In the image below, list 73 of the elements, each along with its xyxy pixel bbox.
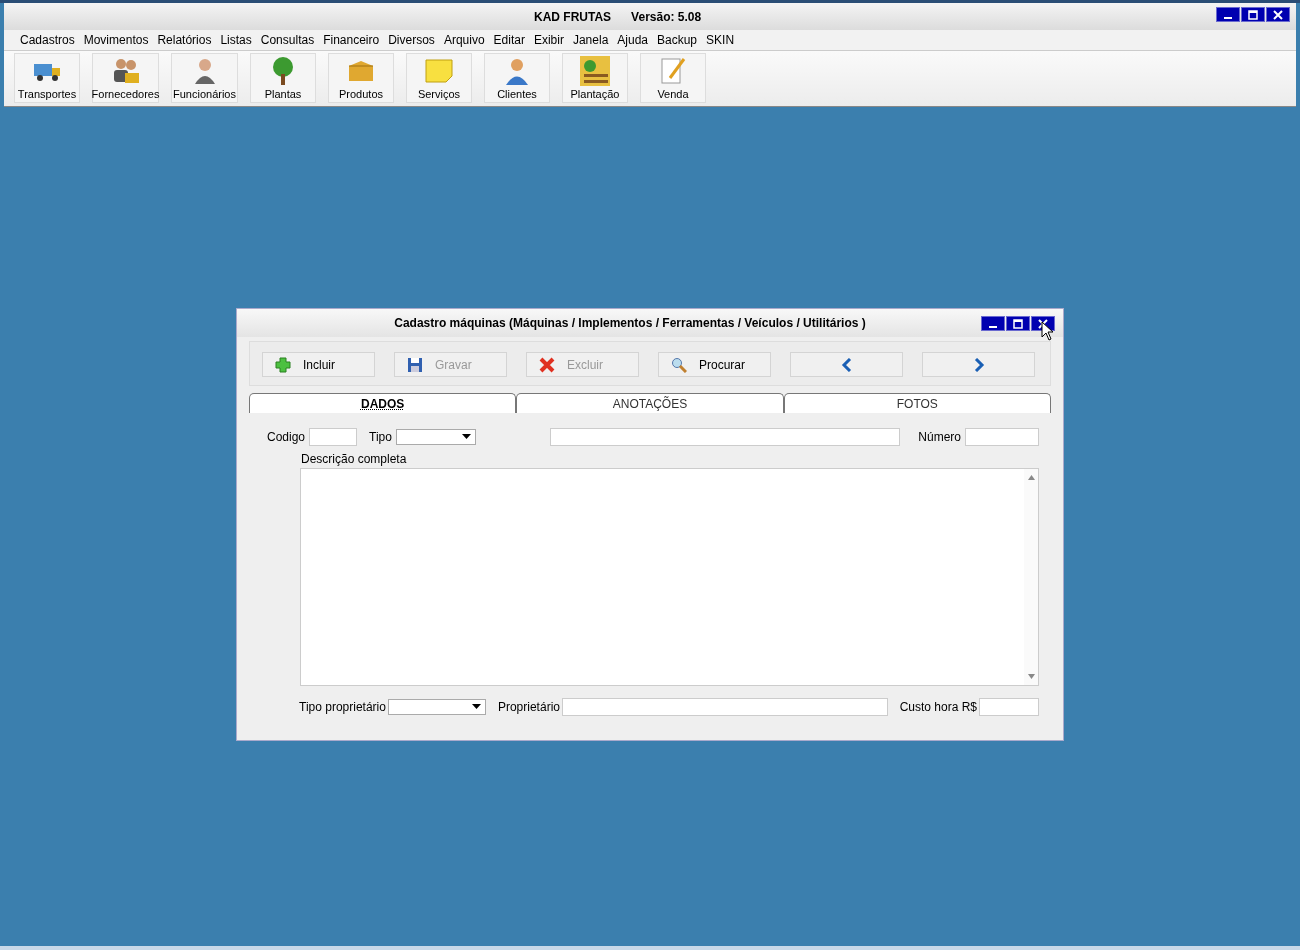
maximize-button[interactable] bbox=[1241, 7, 1265, 22]
menu-item[interactable]: Janela bbox=[572, 33, 609, 47]
menu-item[interactable]: Exibir bbox=[533, 33, 564, 47]
minimize-icon bbox=[989, 325, 997, 328]
dropdown[interactable] bbox=[387, 699, 486, 715]
toolbar-button[interactable]: Plantação bbox=[562, 53, 628, 103]
chevron-right-icon bbox=[972, 357, 985, 372]
dialog-title: Cadastro máquinas (Máquinas / Implementos / Ferramentas / Veículos / Utilitários ) bbox=[394, 316, 866, 330]
input-field[interactable] bbox=[309, 428, 358, 446]
maximize-icon bbox=[1013, 318, 1023, 329]
toolbar-button[interactable]: Funcionários bbox=[171, 53, 238, 103]
pencil-icon bbox=[658, 56, 688, 86]
toolbar-button[interactable]: Produtos bbox=[328, 53, 394, 103]
next-button[interactable] bbox=[922, 352, 1035, 377]
dropdown[interactable] bbox=[395, 429, 477, 445]
menu-item[interactable]: SKIN bbox=[706, 33, 735, 47]
minimize-button[interactable] bbox=[981, 316, 1005, 331]
toolbar-button[interactable]: Serviços bbox=[406, 53, 472, 103]
search-icon bbox=[671, 356, 687, 373]
maximize-icon bbox=[1248, 9, 1258, 20]
down-arrow-icon bbox=[1027, 674, 1035, 679]
app-version: Versão: 5.08 bbox=[631, 9, 702, 24]
field-label: Custo hora R$ bbox=[899, 700, 977, 714]
menu-item[interactable]: Cadastros bbox=[20, 33, 75, 47]
add-button[interactable]: Incluir bbox=[262, 352, 375, 377]
chevron-left-icon bbox=[840, 357, 853, 372]
plus-icon bbox=[275, 356, 291, 373]
field-label: Codigo bbox=[267, 430, 306, 444]
close-icon bbox=[1273, 9, 1283, 20]
maximize-button[interactable] bbox=[1006, 316, 1030, 331]
menu-item[interactable]: Ajuda bbox=[617, 33, 648, 47]
caret-icon bbox=[462, 434, 472, 440]
input-field[interactable] bbox=[979, 698, 1039, 716]
minimize-icon bbox=[1224, 16, 1232, 19]
menu-item[interactable]: Consultas bbox=[260, 33, 315, 47]
close-button[interactable] bbox=[1266, 7, 1290, 22]
delete-icon bbox=[539, 356, 555, 373]
caret-icon bbox=[471, 704, 481, 710]
menu-item[interactable]: Relatórios bbox=[157, 33, 212, 47]
fence-icon bbox=[580, 56, 610, 86]
save-icon bbox=[407, 356, 423, 373]
menu-item[interactable]: Editar bbox=[493, 33, 525, 47]
previous-button[interactable] bbox=[790, 352, 903, 377]
field-label: Proprietário bbox=[497, 700, 560, 714]
input-field[interactable] bbox=[965, 428, 1039, 446]
app-title: KAD FRUTAS bbox=[534, 9, 612, 24]
tab[interactable]: ANOTAÇÕES bbox=[516, 393, 784, 413]
toolbar-button[interactable]: Venda bbox=[640, 53, 706, 103]
field-label: Tipo proprietário bbox=[299, 700, 386, 714]
toolbar-button[interactable]: Plantas bbox=[250, 53, 316, 103]
menu-item[interactable]: Backup bbox=[657, 33, 698, 47]
scrollbar[interactable] bbox=[1024, 469, 1038, 685]
menu-item[interactable]: Diversos bbox=[388, 33, 435, 47]
search-button[interactable]: Procurar bbox=[658, 352, 771, 377]
tab[interactable]: FOTOS bbox=[783, 393, 1051, 413]
toolbar-button[interactable]: Clientes bbox=[484, 53, 550, 103]
cursor-icon bbox=[1041, 321, 1055, 341]
field-label: Número bbox=[918, 430, 961, 444]
tab[interactable]: DADOS bbox=[249, 393, 517, 413]
field-label: Tipo bbox=[369, 430, 392, 444]
input-field[interactable] bbox=[550, 428, 901, 446]
toolbar-button[interactable]: Fornecedores bbox=[92, 53, 159, 103]
minimize-button[interactable] bbox=[1216, 7, 1240, 22]
field-label: Descrição completa bbox=[301, 452, 408, 466]
close-icon bbox=[1038, 318, 1048, 329]
note-icon bbox=[424, 56, 454, 86]
menu-item[interactable]: Listas bbox=[220, 33, 252, 47]
up-arrow-icon bbox=[1027, 475, 1035, 480]
menu-item[interactable]: Arquivo bbox=[443, 33, 485, 47]
toolbar-button[interactable]: Transportes bbox=[14, 53, 80, 103]
menu-item[interactable]: Movimentos bbox=[83, 33, 149, 47]
menu-item[interactable]: Financeiro bbox=[323, 33, 380, 47]
input-field[interactable] bbox=[561, 698, 888, 716]
